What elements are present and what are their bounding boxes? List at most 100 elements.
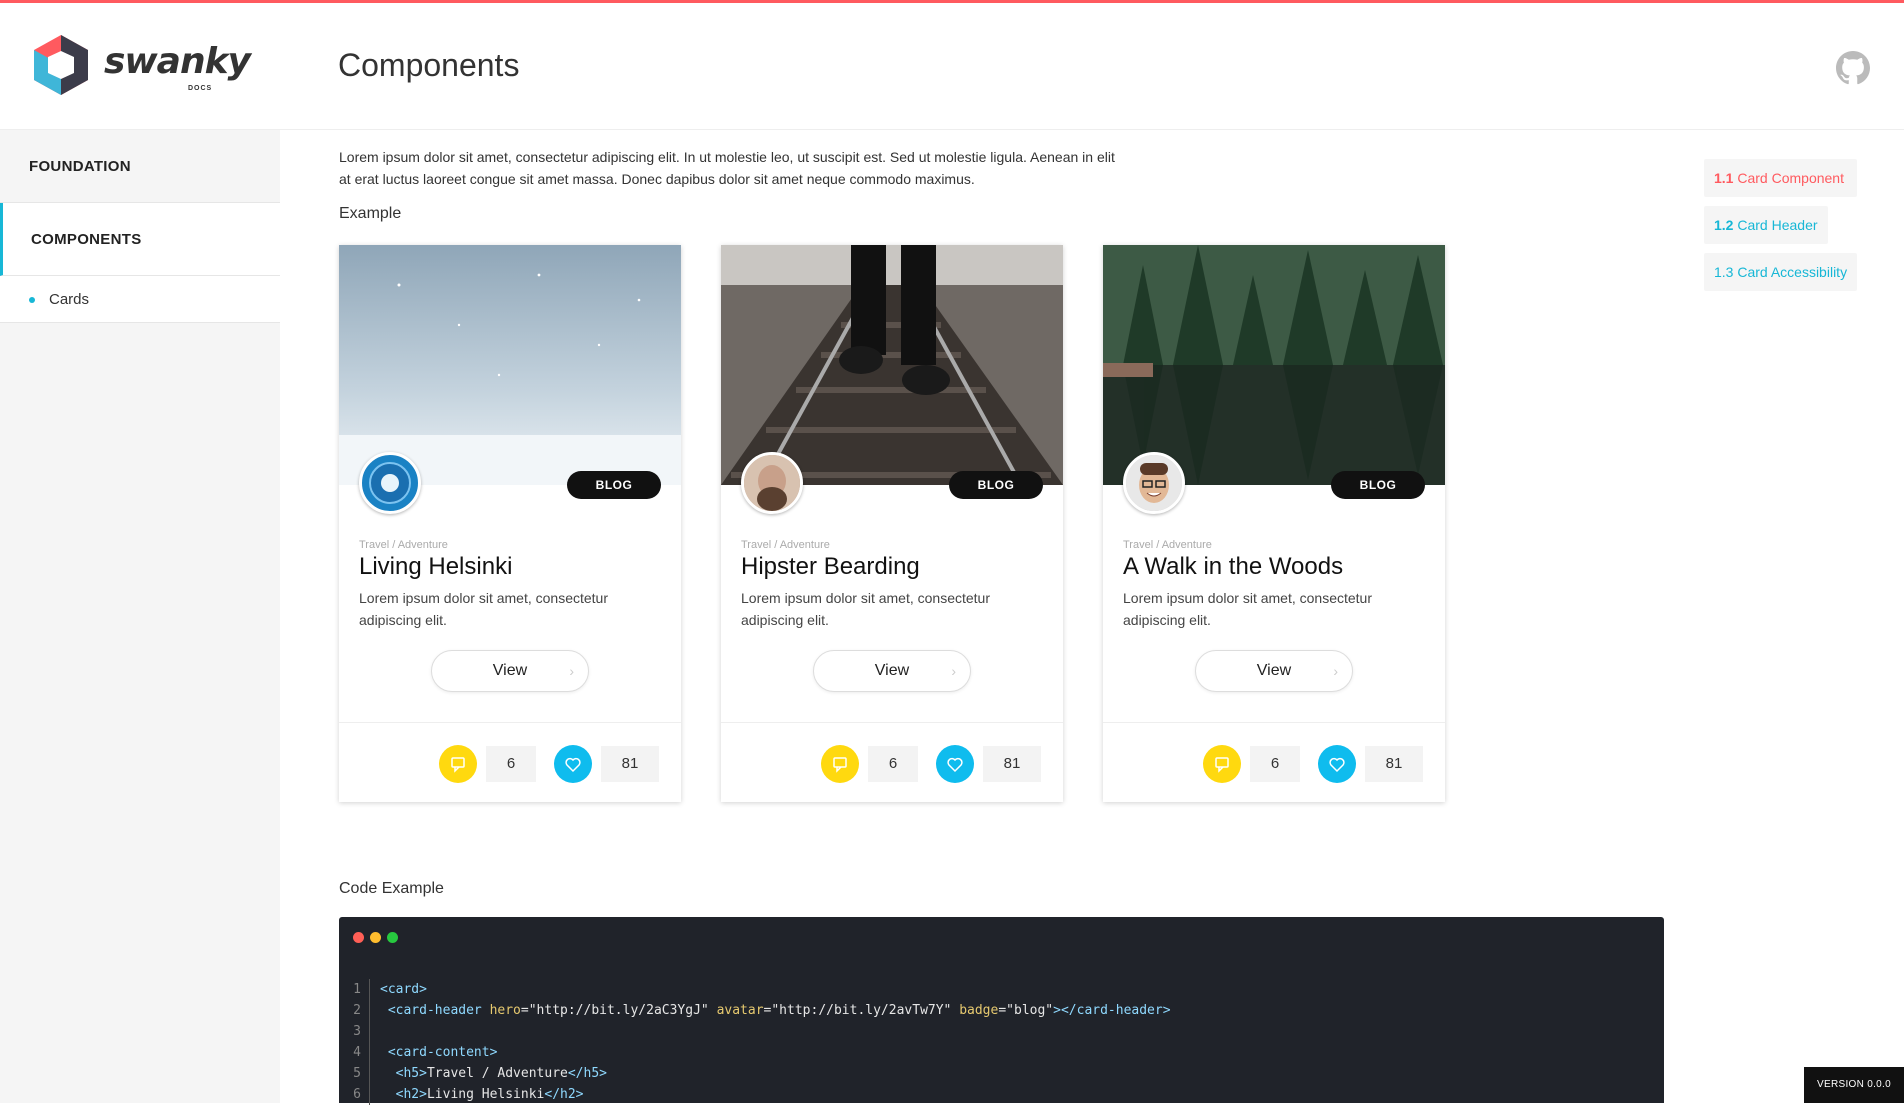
code-token: ="http://bit.ly/2aC3YgJ": [521, 1003, 717, 1018]
view-button[interactable]: View ›: [1195, 650, 1353, 692]
card: BLOG Travel / Adventure Living Helsinki …: [339, 245, 681, 802]
sidebar-subitem-cards[interactable]: Cards: [0, 276, 280, 323]
avatar: [1123, 452, 1185, 514]
logo[interactable]: swanky DOCS: [30, 33, 240, 105]
code-token: ="blog": [998, 1003, 1053, 1018]
comment-button[interactable]: [821, 745, 859, 783]
badge: BLOG: [949, 471, 1043, 499]
code-token: hero: [490, 1003, 521, 1018]
code-token: <h5>: [380, 1066, 427, 1081]
card-description: Lorem ipsum dolor sit amet, consectetur …: [359, 587, 649, 631]
gutter-divider: [369, 1042, 370, 1063]
code-token: badge: [959, 1003, 998, 1018]
gutter-divider: [369, 1063, 370, 1084]
line-number: 3: [339, 1021, 369, 1042]
view-button-label: View: [875, 662, 909, 679]
table-of-contents: 1.1 Card Component 1.2 Card Header 1.3 C…: [1704, 159, 1857, 300]
line-number: 6: [339, 1084, 369, 1105]
card-title: Hipster Bearding: [741, 553, 920, 581]
toc-item-card-accessibility[interactable]: 1.3 Card Accessibility: [1704, 253, 1857, 291]
sidebar-subitem-label: Cards: [49, 291, 89, 308]
code-block: 1<card>2 <card-header hero="http://bit.l…: [339, 917, 1664, 1103]
forest-lake-image: [1103, 245, 1445, 485]
like-count: 81: [1365, 746, 1423, 782]
code-line: 5 <h5>Travel / Adventure</h5>: [339, 1063, 1171, 1084]
comment-button[interactable]: [439, 745, 477, 783]
heart-icon: [936, 745, 974, 783]
code-line: 1<card>: [339, 979, 1171, 1000]
code-token: <h2>: [380, 1087, 427, 1102]
view-button[interactable]: View ›: [813, 650, 971, 692]
avatar: [741, 452, 803, 514]
card-kicker: Travel / Adventure: [1123, 539, 1212, 551]
like-button[interactable]: [554, 745, 592, 783]
sidebar: FOUNDATION COMPONENTS Cards: [0, 130, 280, 1103]
comment-icon: [821, 745, 859, 783]
card-kicker: Travel / Adventure: [359, 539, 448, 551]
comment-icon: [1203, 745, 1241, 783]
card-description: Lorem ipsum dolor sit amet, consectetur …: [741, 587, 1031, 631]
window-minimize-dot: [370, 932, 381, 943]
card-title: A Walk in the Woods: [1123, 553, 1343, 581]
like-count: 81: [983, 746, 1041, 782]
intro-paragraph: Lorem ipsum dolor sit amet, consectetur …: [339, 146, 1129, 190]
toc-item-card-component[interactable]: 1.1 Card Component: [1704, 159, 1857, 197]
code-lines: 1<card>2 <card-header hero="http://bit.l…: [339, 979, 1171, 1105]
logo-text: swanky: [104, 41, 250, 82]
chevron-right-icon: ›: [1333, 651, 1338, 691]
badge: BLOG: [1331, 471, 1425, 499]
version-badge: VERSION 0.0.0: [1804, 1067, 1904, 1103]
line-number: 1: [339, 979, 369, 1000]
heart-icon: [554, 745, 592, 783]
logo-subtext: DOCS: [188, 85, 212, 92]
view-button[interactable]: View›: [431, 650, 589, 692]
toc-number: 1.2: [1714, 217, 1733, 233]
avatar-emblem-icon: [362, 455, 418, 511]
like-count: 81: [601, 746, 659, 782]
like-button[interactable]: [936, 745, 974, 783]
code-line: 6 <h2>Living Helsinki</h2>: [339, 1084, 1171, 1105]
view-button-label: View: [1257, 662, 1291, 679]
chevron-right-icon: ›: [951, 651, 956, 691]
line-number: 2: [339, 1000, 369, 1021]
gutter-divider: [369, 1000, 370, 1021]
line-number: 5: [339, 1063, 369, 1084]
github-icon[interactable]: [1836, 51, 1870, 85]
comment-button[interactable]: [1203, 745, 1241, 783]
heart-icon: [1318, 745, 1356, 783]
code-example-label: Code Example: [339, 880, 444, 898]
code-line: 2 <card-header hero="http://bit.ly/2aC3Y…: [339, 1000, 1171, 1021]
window-maximize-dot: [387, 932, 398, 943]
code-token: <card-content>: [380, 1045, 497, 1060]
code-token: ></card-header>: [1053, 1003, 1170, 1018]
toc-number: 1.3: [1714, 264, 1733, 280]
chevron-right-icon: ›: [569, 651, 574, 691]
like-button[interactable]: [1318, 745, 1356, 783]
code-token: avatar: [717, 1003, 764, 1018]
divider: [721, 722, 1063, 723]
code-token: Travel / Adventure: [427, 1066, 568, 1081]
toc-label: Card Component: [1737, 170, 1844, 186]
code-token: </h5>: [568, 1066, 607, 1081]
bullet-icon: [29, 297, 35, 303]
comment-count: 6: [868, 746, 918, 782]
card-kicker: Travel / Adventure: [741, 539, 830, 551]
page-title: Components: [338, 47, 519, 84]
toc-item-card-header[interactable]: 1.2 Card Header: [1704, 206, 1828, 244]
avatar: [359, 452, 421, 514]
line-number: 4: [339, 1042, 369, 1063]
card-hero-image: [721, 245, 1063, 485]
gutter-divider: [369, 979, 370, 1000]
avatar-smiling-man-icon: [1126, 455, 1182, 511]
code-token: <card-header: [380, 1003, 490, 1018]
card-hero-image: [1103, 245, 1445, 485]
code-line: 4 <card-content>: [339, 1042, 1171, 1063]
sidebar-item-foundation[interactable]: FOUNDATION: [0, 130, 280, 203]
toc-label: Card Header: [1737, 217, 1817, 233]
comment-count: 6: [1250, 746, 1300, 782]
comment-count: 6: [486, 746, 536, 782]
toc-label: Card Accessibility: [1737, 264, 1847, 280]
logo-hexagon-icon: [30, 33, 92, 97]
sidebar-item-components[interactable]: COMPONENTS: [0, 203, 280, 276]
comment-icon: [439, 745, 477, 783]
